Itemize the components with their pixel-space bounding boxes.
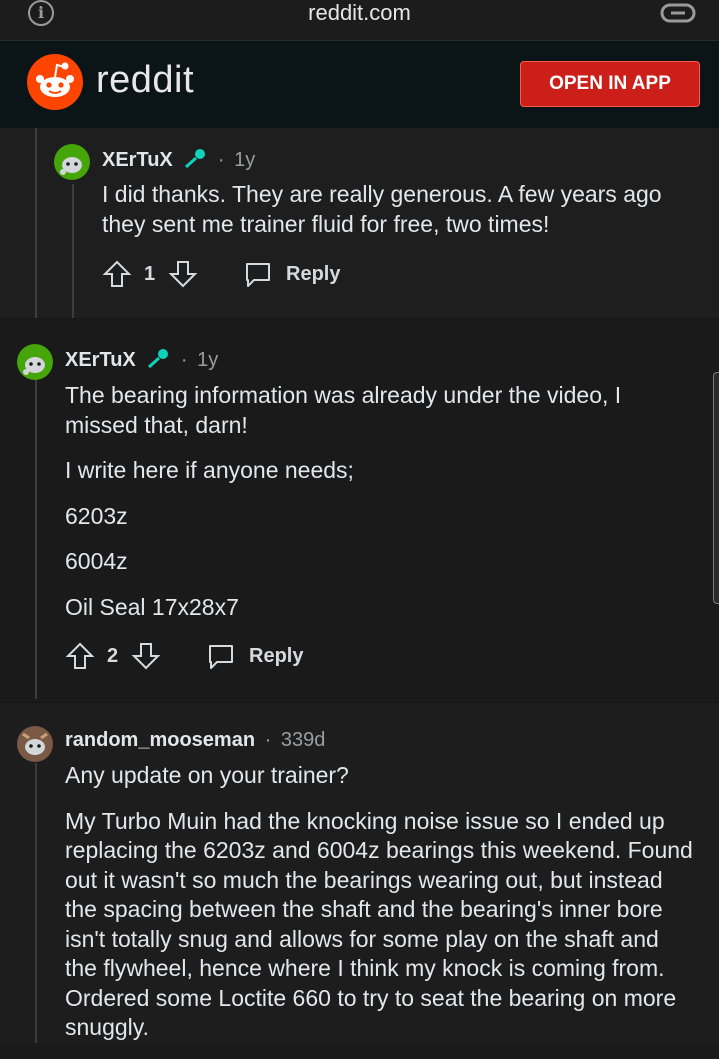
- open-in-app-button[interactable]: OPEN IN APP: [520, 61, 700, 107]
- reply-button[interactable]: Reply: [207, 641, 317, 671]
- vote-score: 1: [144, 263, 156, 285]
- username[interactable]: XErTuX: [102, 149, 173, 171]
- username[interactable]: random_mooseman: [65, 729, 255, 751]
- comment: XErTuX · 1y The bearing information was …: [0, 318, 719, 703]
- separator: ·: [217, 149, 225, 171]
- avatar[interactable]: [54, 144, 90, 180]
- comment-age[interactable]: 339d: [281, 729, 326, 751]
- downvote-icon[interactable]: [131, 641, 161, 671]
- upvote-icon[interactable]: [102, 259, 132, 289]
- avatar[interactable]: [17, 344, 53, 380]
- scrollbar[interactable]: [713, 372, 719, 604]
- comment-actions: 1 Reply: [102, 259, 402, 289]
- comment-actions: 2 Reply: [65, 641, 365, 671]
- reddit-wordmark[interactable]: reddit: [96, 58, 194, 102]
- comment-meta: XErTuX · 1y: [102, 147, 255, 172]
- comment-text: My Turbo Muin had the knocking noise iss…: [65, 807, 693, 1041]
- comment-text: 6004z: [65, 548, 128, 574]
- comment-body: The bearing information was already unde…: [65, 381, 695, 638]
- comment-age[interactable]: 1y: [197, 349, 218, 371]
- reply-button[interactable]: Reply: [244, 259, 354, 289]
- comment-icon: [246, 263, 270, 287]
- comment-nested: XErTuX · 1y I did thanks. They are reall…: [0, 128, 719, 318]
- comment-text: I write here if anyone needs;: [65, 457, 354, 483]
- url-text[interactable]: reddit.com: [0, 0, 719, 26]
- username[interactable]: XErTuX: [65, 349, 136, 371]
- link-icon[interactable]: [660, 2, 696, 24]
- thread-line[interactable]: [72, 184, 74, 318]
- separator: ·: [264, 729, 272, 751]
- reply-label: Reply: [249, 645, 304, 667]
- comment-text: The bearing information was already unde…: [65, 382, 622, 438]
- reddit-logo[interactable]: [27, 54, 83, 110]
- comment-text: I did thanks. They are really generous. …: [102, 181, 662, 237]
- comment-text: Oil Seal 17x28x7: [65, 593, 239, 620]
- upvote-icon[interactable]: [65, 641, 95, 671]
- comment-text: Any update on your trainer?: [65, 762, 349, 788]
- comment-meta: random_mooseman · 339d: [65, 728, 325, 752]
- reply-label: Reply: [286, 263, 341, 285]
- browser-url-bar: i reddit.com: [0, 0, 719, 40]
- microphone-icon: [185, 149, 206, 169]
- microphone-icon: [148, 349, 169, 369]
- comment: random_mooseman · 339d Any update on you…: [0, 702, 719, 1043]
- comment-age[interactable]: 1y: [234, 149, 255, 171]
- vote-score: 2: [107, 645, 119, 667]
- reddit-header: reddit OPEN IN APP: [0, 40, 719, 129]
- comment-text: 6203z: [65, 502, 128, 529]
- comment-body: I did thanks. They are really generous. …: [102, 180, 702, 255]
- comment-icon: [209, 645, 233, 669]
- avatar[interactable]: [17, 726, 53, 762]
- thread-line[interactable]: [35, 128, 37, 318]
- comment-meta: XErTuX · 1y: [65, 347, 218, 372]
- comment-body: Any update on your trainer? My Turbo Mui…: [65, 761, 695, 1059]
- thread-line[interactable]: [35, 763, 37, 1043]
- downvote-icon[interactable]: [168, 259, 198, 289]
- separator: ·: [180, 349, 188, 371]
- thread-line[interactable]: [35, 377, 37, 699]
